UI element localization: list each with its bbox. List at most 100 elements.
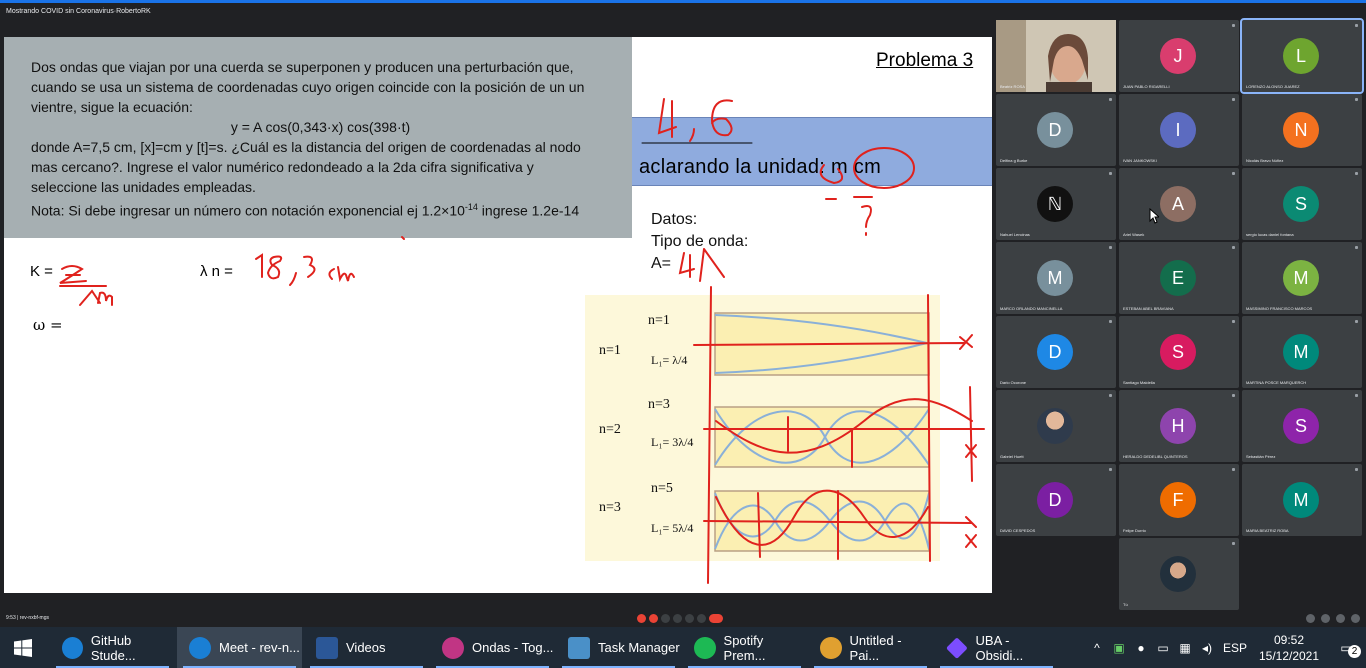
taskbar-item-toggl[interactable]: Ondas - Tog... <box>430 627 555 668</box>
participant-tile[interactable]: M MARIA BEATRIZ ROBA <box>1242 464 1362 536</box>
taskbar-item-obsidian[interactable]: UBA - Obsidi... <box>934 627 1059 668</box>
raise-hand-icon[interactable] <box>673 614 682 623</box>
more-options-icon[interactable] <box>1355 320 1358 323</box>
more-options-icon[interactable] <box>1109 320 1112 323</box>
participant-name: Nicolás Bravo Núñez <box>1246 158 1284 163</box>
more-options-icon[interactable] <box>1109 98 1112 101</box>
mic-off-icon[interactable] <box>637 614 646 623</box>
taskbar-item-github[interactable]: GitHub Stude... <box>50 627 175 668</box>
taskbar-item-meet[interactable]: Meet - rev-n... <box>177 627 302 668</box>
activities-icon[interactable] <box>1351 614 1360 623</box>
more-options-icon[interactable] <box>1232 24 1235 27</box>
participant-tile[interactable]: ℕ Nahuel Lencinas <box>996 168 1116 240</box>
start-button[interactable] <box>0 627 46 668</box>
more-options-icon[interactable] <box>1232 394 1235 397</box>
data-list: Datos: Tipo de onda: A= <box>651 209 748 275</box>
info-icon[interactable] <box>1306 614 1315 623</box>
clock[interactable]: 09:52 15/12/2021 <box>1252 632 1326 664</box>
participant-tile[interactable]: A Ariel Wasek <box>1119 168 1239 240</box>
wave-equation: y = A cos(0,343·x) cos(398·t) <box>230 119 411 135</box>
more-options-icon[interactable] <box>1355 24 1358 27</box>
battery-icon[interactable]: ▭ <box>1152 641 1174 655</box>
chat-icon[interactable] <box>1336 614 1345 623</box>
people-icon[interactable] <box>1321 614 1330 623</box>
more-options-icon[interactable] <box>1109 468 1112 471</box>
participant-name: Beatriz ROSA <box>1000 84 1025 89</box>
folder-icon <box>316 636 338 659</box>
participant-name: Sebastián Pérez <box>1246 454 1276 459</box>
lambda-n-label: λ n = <box>200 263 233 280</box>
chevron-up-icon[interactable]: ^ <box>1086 641 1108 655</box>
more-options-icon[interactable] <box>1355 98 1358 101</box>
more-options-icon[interactable] <box>1232 542 1235 545</box>
participant-tile[interactable]: H HERALDO DEDELIBL QUINTEROS <box>1119 390 1239 462</box>
more-options-icon[interactable] <box>1232 468 1235 471</box>
captions-icon[interactable] <box>661 614 670 623</box>
participant-tile[interactable]: M MASSIMINO FRANCISCO MARCOS <box>1242 242 1362 314</box>
participant-name: Delfina g Burke <box>1000 158 1028 163</box>
input-language[interactable]: ESP <box>1218 641 1252 655</box>
participant-tile[interactable]: S Santiago Maidella <box>1119 316 1239 388</box>
avatar: D <box>1037 334 1073 370</box>
taskbar-item-spotify[interactable]: Spotify Prem... <box>682 627 807 668</box>
notifications-button[interactable]: ▭ 2 <box>1326 641 1366 658</box>
participant-tile[interactable]: L LORENZO ALONSO JUAREZ <box>1240 18 1364 94</box>
participant-tile[interactable]: N Nicolás Bravo Núñez <box>1242 94 1362 166</box>
present-icon[interactable] <box>685 614 694 623</box>
more-options-icon[interactable] <box>1355 246 1358 249</box>
edge-icon <box>62 636 83 659</box>
more-options-icon[interactable] <box>1232 172 1235 175</box>
microphone-icon[interactable]: ● <box>1130 641 1152 655</box>
row-n-label: n=3 <box>599 500 621 515</box>
participant-name: MARIA BEATRIZ ROBA <box>1246 528 1289 533</box>
taskbar-item-task-manager[interactable]: Task Manager <box>556 627 681 668</box>
participant-tile[interactable]: E ESTEBAN ABEL BRAVIANA <box>1119 242 1239 314</box>
avatar: F <box>1160 482 1196 518</box>
participant-tile[interactable]: D DAVID CESPEDOS <box>996 464 1116 536</box>
avatar: I <box>1160 112 1196 148</box>
more-options-icon[interactable] <box>1109 246 1112 249</box>
participant-tile[interactable]: D Delfina g Burke <box>996 94 1116 166</box>
participant-tile[interactable]: Gabriel Huett <box>996 390 1116 462</box>
avatar-photo <box>1160 556 1196 592</box>
participant-tile[interactable]: M MARCO ORLANDO MANCINELLA <box>996 242 1116 314</box>
participant-tile[interactable]: Beatriz ROSA <box>996 20 1116 92</box>
participant-tile[interactable]: D Dario Ocorone <box>996 316 1116 388</box>
volume-icon[interactable]: ◂) <box>1196 641 1218 655</box>
clock-time: 09:52 <box>1273 632 1305 647</box>
more-options-icon[interactable] <box>1355 172 1358 175</box>
omega-label: ω = <box>33 316 63 334</box>
more-options-icon[interactable] <box>697 614 706 623</box>
participant-tile[interactable]: Ssergio lucas daniel fontana <box>1242 168 1362 240</box>
participant-tile[interactable]: I IVAN JANKOWSKI <box>1119 94 1239 166</box>
sync-icon[interactable]: ▣ <box>1108 641 1130 655</box>
participant-name: IVAN JANKOWSKI <box>1123 158 1157 163</box>
more-options-icon[interactable] <box>1355 394 1358 397</box>
taskbar-item-videos[interactable]: Videos <box>304 627 429 668</box>
more-options-icon[interactable] <box>1232 320 1235 323</box>
taskbar-label: Untitled - Pai... <box>849 632 902 663</box>
more-options-icon[interactable] <box>1109 172 1112 175</box>
participant-tile[interactable]: M MARTINA POSCE MARQUERCH <box>1242 316 1362 388</box>
taskbar-item-paint[interactable]: Untitled - Pai... <box>808 627 933 668</box>
more-options-icon[interactable] <box>1355 468 1358 471</box>
end-call-button[interactable] <box>709 614 723 623</box>
more-options-icon[interactable] <box>1109 394 1112 397</box>
participant-tile[interactable]: J JUAN PABLO RIGARELLI <box>1119 20 1239 92</box>
shared-slide: Dos ondas que viajan por una cuerda se s… <box>4 37 992 593</box>
participant-name: Santiago Maidella <box>1123 380 1155 385</box>
more-options-icon[interactable] <box>1232 98 1235 101</box>
participant-tile-self[interactable]: Tú <box>1119 538 1239 610</box>
camera-off-icon[interactable] <box>649 614 658 623</box>
participant-tile[interactable]: S Sebastián Pérez <box>1242 390 1362 462</box>
meeting-code: 9:53 | rev-nxbf-mgs <box>6 615 49 621</box>
network-icon[interactable]: ▦ <box>1174 641 1196 655</box>
more-options-icon[interactable] <box>1232 246 1235 249</box>
row-n-label: n=2 <box>599 422 621 437</box>
participant-name: DAVID CESPEDOS <box>1000 528 1036 533</box>
participant-name: MARCO ORLANDO MANCINELLA <box>1000 306 1063 311</box>
taskbar-label: Meet - rev-n... <box>219 640 300 655</box>
taskbar-label: Videos <box>346 640 386 655</box>
participant-tile[interactable]: F Felipe Durrio <box>1119 464 1239 536</box>
mode-label: n=5 <box>651 481 673 496</box>
